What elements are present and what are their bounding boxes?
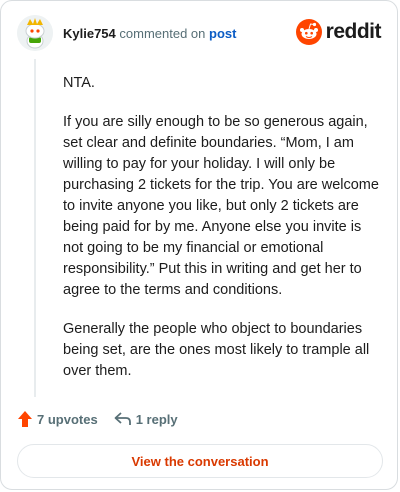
- reddit-logo[interactable]: reddit: [295, 19, 382, 45]
- post-link[interactable]: post: [209, 26, 236, 41]
- reddit-wordmark: reddit: [325, 20, 382, 43]
- comment-paragraph: If you are silly enough to be so generou…: [63, 114, 379, 298]
- comment-paragraph: Generally the people who object to bound…: [63, 321, 370, 379]
- comment-meta: Kylie754 commented on post: [63, 26, 236, 41]
- view-conversation-button[interactable]: View the conversation: [17, 444, 383, 478]
- upvote-arrow-icon: [18, 411, 32, 427]
- reddit-logo-icon: [295, 19, 322, 45]
- snoo-avatar-icon[interactable]: [17, 15, 53, 51]
- reply-button[interactable]: 1 reply: [114, 411, 178, 427]
- reply-arrow-icon: [114, 412, 131, 425]
- comment-header: Kylie754 commented on post reddit: [17, 15, 382, 51]
- action-text: commented on: [119, 25, 206, 41]
- reply-count: 1 reply: [135, 411, 178, 427]
- username-link[interactable]: Kylie754: [63, 26, 116, 41]
- comment-actions: 7 upvotes 1 reply: [17, 410, 178, 428]
- upvote-button[interactable]: 7 upvotes: [17, 410, 98, 428]
- comment-body: NTA. If you are silly enough to be so ge…: [63, 73, 381, 400]
- comment-paragraph: NTA.: [63, 75, 95, 91]
- upvote-count: 7 upvotes: [37, 411, 98, 427]
- comment-embed-card: Kylie754 commented on post reddit NTA. I…: [0, 0, 398, 490]
- thread-line: [34, 59, 36, 397]
